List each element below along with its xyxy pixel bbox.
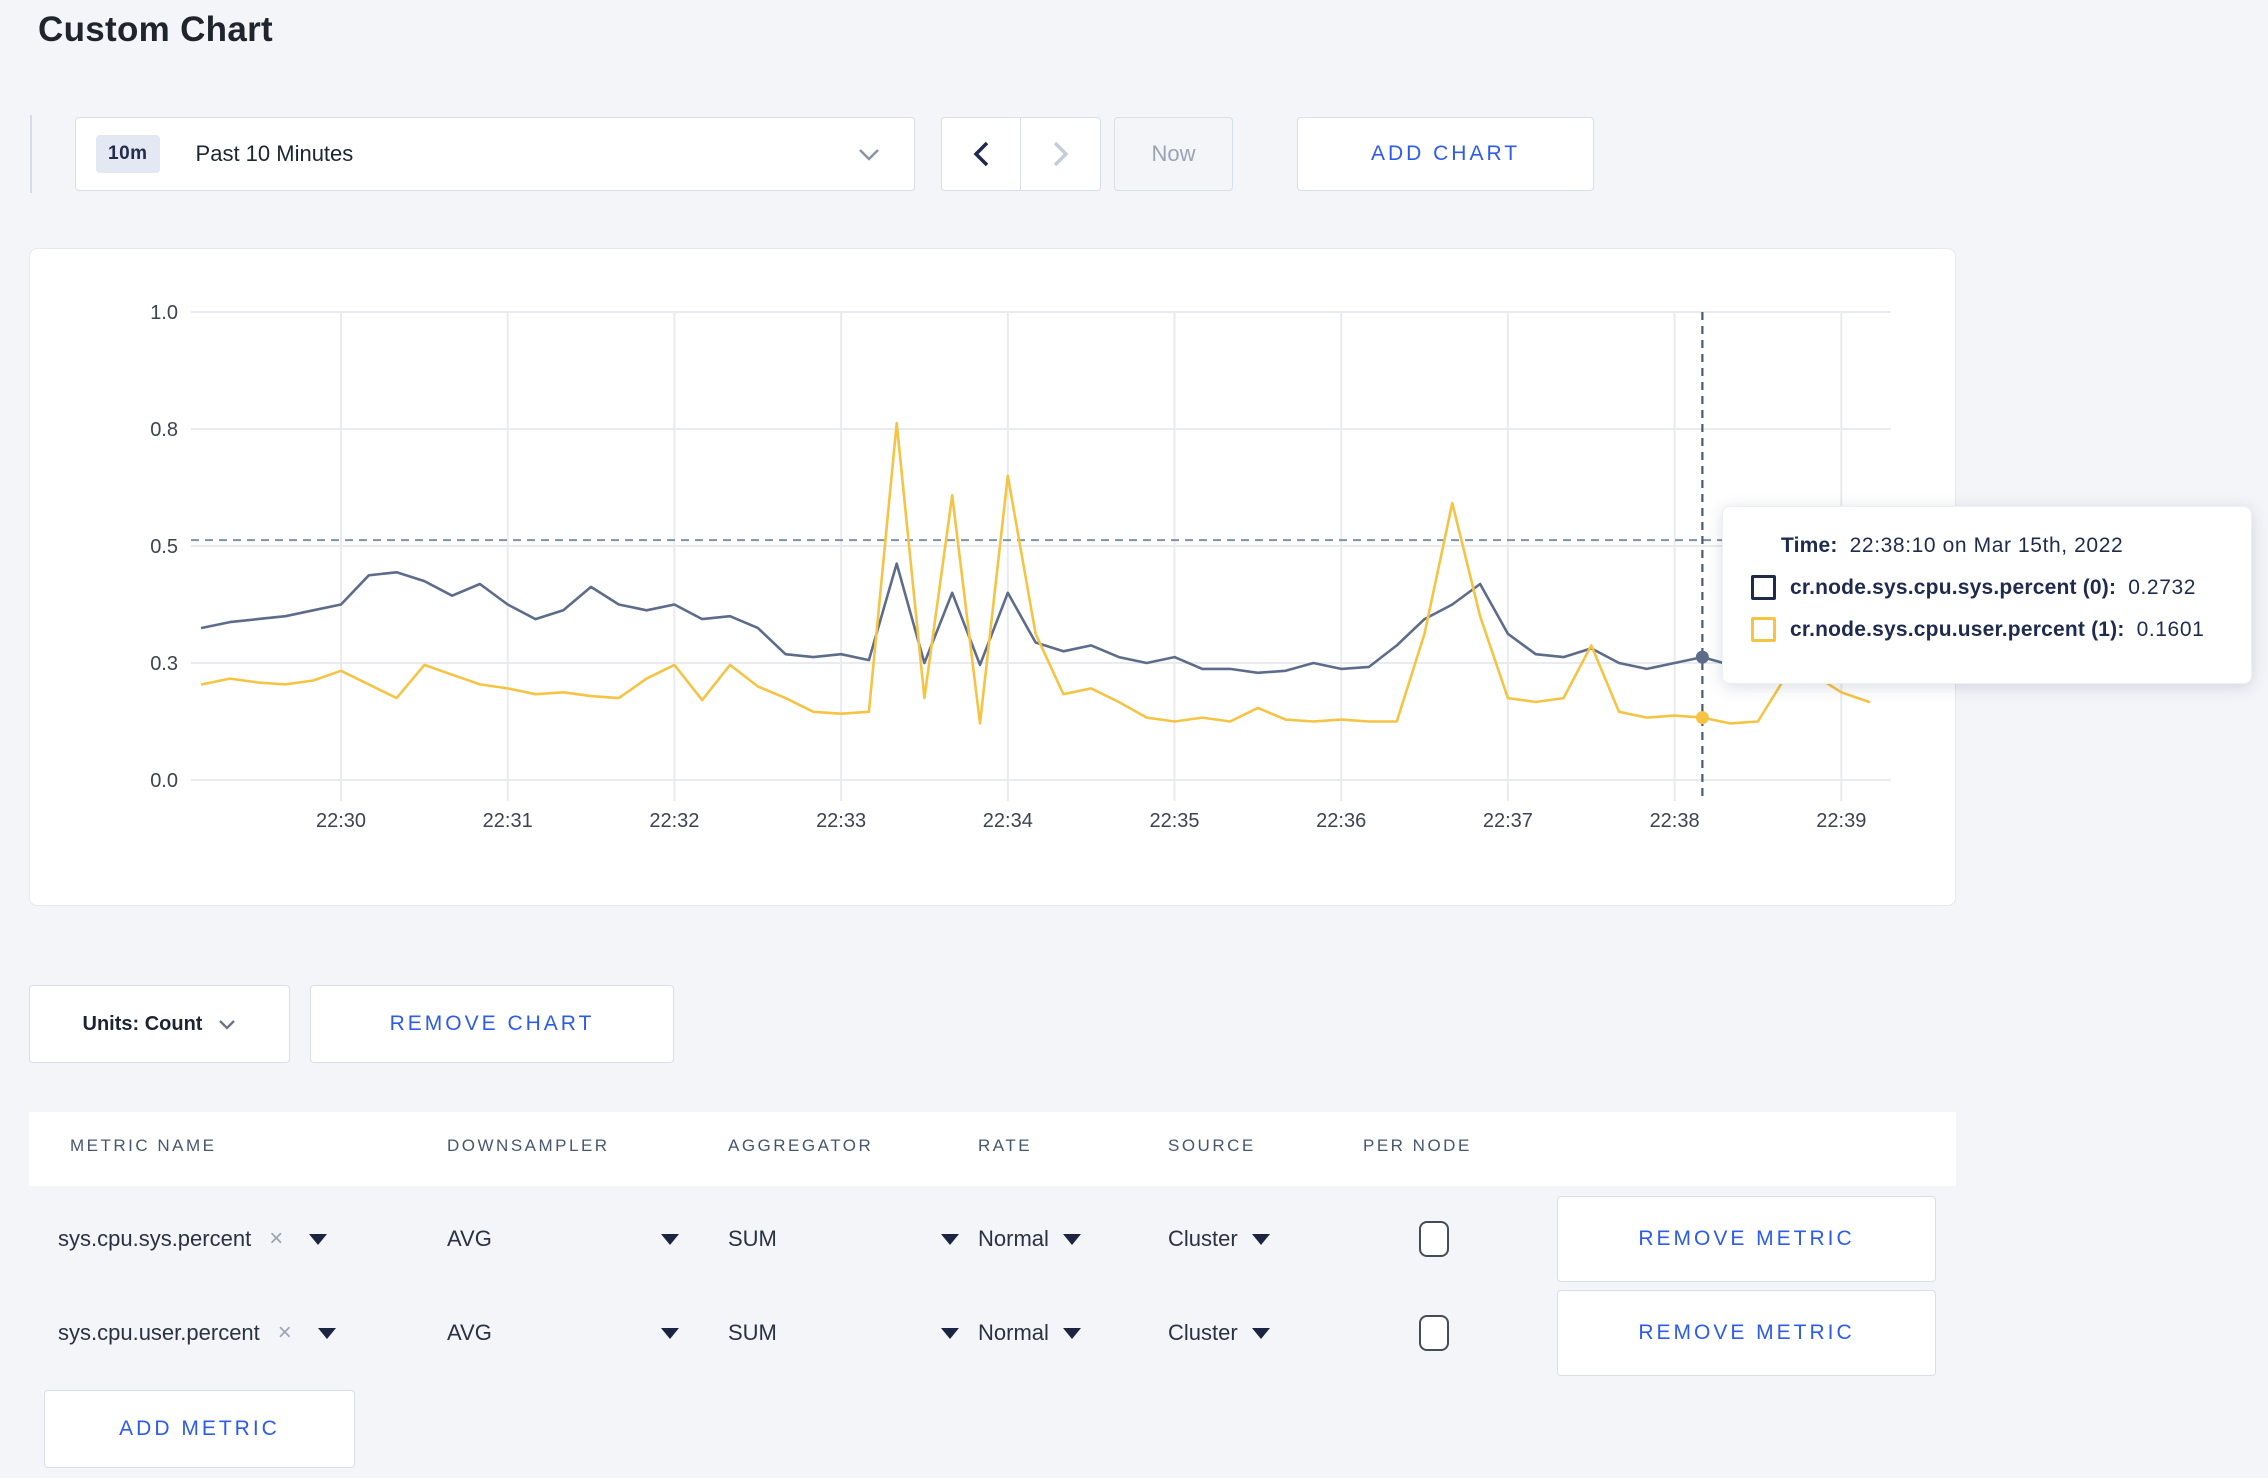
downsampler-select[interactable]: AVG [447, 1287, 679, 1379]
rate-select[interactable]: Normal [978, 1287, 1081, 1379]
aggregator-value: SUM [728, 1320, 777, 1345]
time-range-label: Past 10 Minutes [195, 141, 354, 166]
custom-chart-page: Custom Chart 10m Past 10 Minutes Now ADD… [0, 0, 2268, 1478]
dropdown-caret-icon [1251, 1233, 1270, 1245]
dropdown-caret-icon[interactable] [309, 1233, 328, 1245]
svg-text:22:36: 22:36 [1316, 810, 1366, 832]
aggregator-value: SUM [728, 1226, 777, 1251]
source-value: Cluster [1168, 1226, 1238, 1251]
time-range-select[interactable]: 10m Past 10 Minutes [75, 117, 915, 191]
dropdown-caret-icon [941, 1327, 959, 1339]
tooltip-series-label: cr.node.sys.cpu.sys.percent (0): [1790, 575, 2117, 599]
per-node-checkbox[interactable] [1419, 1315, 1449, 1351]
now-button[interactable]: Now [1114, 117, 1233, 191]
svg-text:22:32: 22:32 [649, 810, 699, 832]
dropdown-caret-icon[interactable] [317, 1327, 336, 1339]
chevron-down-icon [219, 1019, 236, 1030]
metric-name: sys.cpu.sys.percent [58, 1226, 252, 1251]
column-header-metric-name: METRIC NAME [70, 1136, 217, 1155]
tooltip-time-value: 22:38:10 on Mar 15th, 2022 [1849, 534, 2124, 557]
svg-text:22:31: 22:31 [483, 810, 533, 832]
units-label: Units: Count [82, 1012, 203, 1035]
add-chart-button[interactable]: ADD CHART [1297, 117, 1594, 191]
next-interval-button[interactable] [1021, 117, 1101, 191]
remove-metric-button[interactable]: REMOVE METRIC [1557, 1290, 1936, 1376]
source-value: Cluster [1168, 1320, 1238, 1345]
tooltip-series-label: cr.node.sys.cpu.user.percent (1): [1790, 617, 2125, 641]
chevron-left-icon [973, 141, 989, 167]
column-header-aggregator: AGGREGATOR [728, 1136, 874, 1155]
aggregator-select[interactable]: SUM [728, 1287, 959, 1379]
per-node-checkbox[interactable] [1419, 1221, 1449, 1257]
table-row: sys.cpu.user.percent × AVG SUM Normal Cl… [29, 1287, 1956, 1379]
units-select[interactable]: Units: Count [29, 985, 290, 1063]
tooltip-time-label: Time: [1781, 534, 1838, 557]
svg-text:0.0: 0.0 [150, 770, 178, 792]
svg-text:1.0: 1.0 [150, 302, 178, 324]
metrics-table-header: METRIC NAME DOWNSAMPLER AGGREGATOR RATE … [29, 1112, 1956, 1186]
dropdown-caret-icon [1251, 1327, 1270, 1339]
svg-text:22:30: 22:30 [316, 810, 366, 832]
svg-text:22:35: 22:35 [1149, 810, 1199, 832]
column-header-downsampler: DOWNSAMPLER [447, 1136, 610, 1155]
remove-metric-cell: REMOVE METRIC [1557, 1196, 1936, 1282]
svg-text:22:39: 22:39 [1816, 810, 1866, 832]
toolbar-divider [30, 115, 32, 193]
tooltip-series-value: 0.2732 [2128, 575, 2197, 599]
rate-value: Normal [978, 1320, 1049, 1345]
remove-metric-button[interactable]: REMOVE METRIC [1557, 1196, 1936, 1282]
remove-chart-button[interactable]: REMOVE CHART [310, 985, 674, 1063]
tooltip-series-value: 0.1601 [2136, 617, 2205, 641]
per-node-cell [1419, 1287, 1449, 1379]
per-node-cell [1419, 1193, 1449, 1285]
chart-tooltip: Time: 22:38:10 on Mar 15th, 2022 cr.node… [1722, 506, 2252, 684]
source-select[interactable]: Cluster [1168, 1287, 1270, 1379]
dropdown-caret-icon [661, 1233, 679, 1245]
svg-text:22:37: 22:37 [1483, 810, 1533, 832]
column-header-per-node: PER NODE [1363, 1136, 1472, 1155]
dropdown-caret-icon [1062, 1327, 1081, 1339]
chart-card: 0.0 0.3 0.5 0.8 1.0 22:30 22:31 22:32 22:33 22:34… [29, 248, 1956, 906]
rate-value: Normal [978, 1226, 1049, 1251]
dropdown-caret-icon [941, 1233, 959, 1245]
time-nav-group [941, 117, 1101, 191]
series-swatch-user-icon [1751, 617, 1776, 642]
tooltip-time-row: Time: 22:38:10 on Mar 15th, 2022 [1781, 534, 2223, 558]
metric-name-select[interactable]: sys.cpu.user.percent × [58, 1287, 336, 1379]
clear-metric-icon[interactable]: × [269, 1225, 283, 1253]
svg-text:0.3: 0.3 [150, 653, 178, 675]
dropdown-caret-icon [661, 1327, 679, 1339]
metric-name: sys.cpu.user.percent [58, 1320, 260, 1345]
time-range-badge: 10m [96, 135, 160, 173]
clear-metric-icon[interactable]: × [278, 1319, 292, 1347]
source-select[interactable]: Cluster [1168, 1193, 1270, 1285]
tooltip-series-row: cr.node.sys.cpu.user.percent (1): 0.1601 [1751, 617, 2223, 642]
series-swatch-sys-icon [1751, 575, 1776, 600]
aggregator-select[interactable]: SUM [728, 1193, 959, 1285]
add-metric-button[interactable]: ADD METRIC [44, 1390, 355, 1468]
column-header-source: SOURCE [1168, 1136, 1256, 1155]
metric-name-select[interactable]: sys.cpu.sys.percent × [58, 1193, 328, 1285]
rate-select[interactable]: Normal [978, 1193, 1081, 1285]
table-row: sys.cpu.sys.percent × AVG SUM Normal Clu… [29, 1193, 1956, 1285]
page-title: Custom Chart [38, 10, 273, 49]
downsampler-value: AVG [447, 1320, 492, 1345]
svg-text:22:34: 22:34 [983, 810, 1033, 832]
downsampler-select[interactable]: AVG [447, 1193, 679, 1285]
remove-metric-cell: REMOVE METRIC [1557, 1290, 1936, 1376]
chevron-right-icon [1053, 141, 1068, 167]
chevron-down-icon [859, 148, 879, 161]
tooltip-series-row: cr.node.sys.cpu.sys.percent (0): 0.2732 [1751, 575, 2223, 600]
svg-text:0.8: 0.8 [150, 419, 178, 441]
column-header-rate: RATE [978, 1136, 1033, 1155]
downsampler-value: AVG [447, 1226, 492, 1251]
dropdown-caret-icon [1062, 1233, 1081, 1245]
timeseries-chart[interactable]: 0.0 0.3 0.5 0.8 1.0 22:30 22:31 22:32 22:33 22:34… [30, 249, 1957, 907]
previous-interval-button[interactable] [941, 117, 1021, 191]
svg-text:22:38: 22:38 [1650, 810, 1700, 832]
svg-text:22:33: 22:33 [816, 810, 866, 832]
svg-text:0.5: 0.5 [150, 536, 178, 558]
